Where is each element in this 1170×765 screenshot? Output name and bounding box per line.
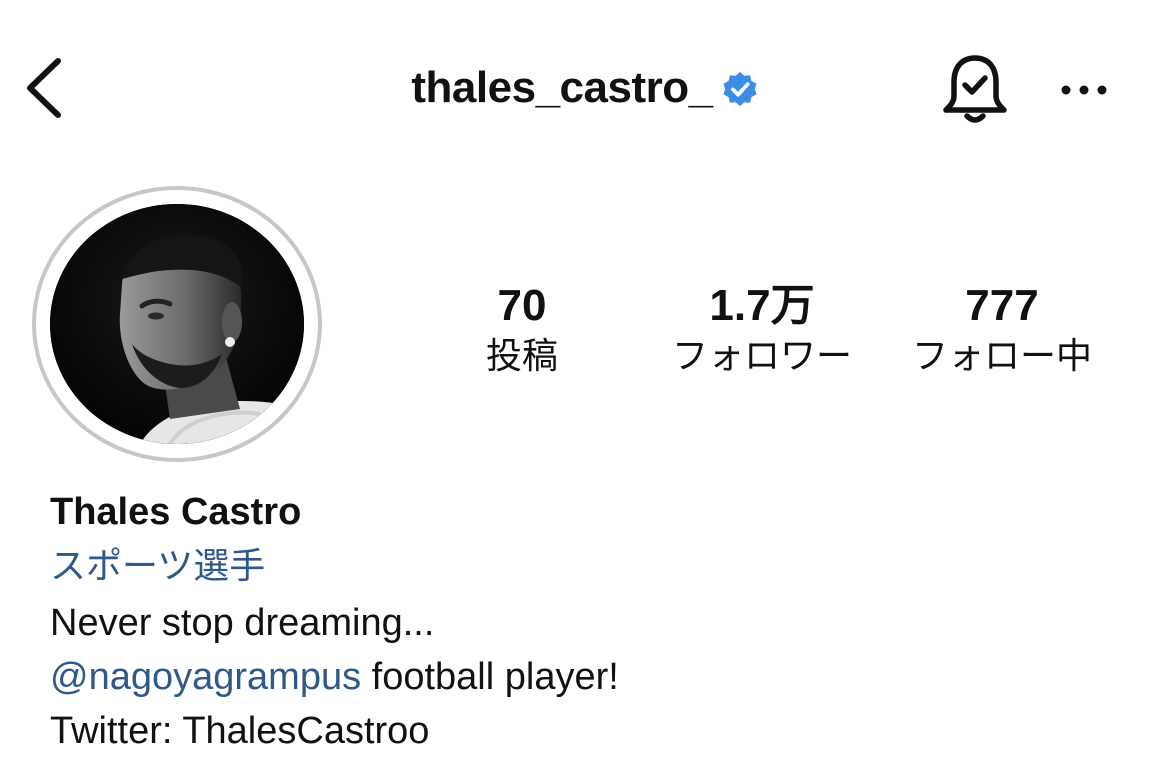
posts-label: 投稿 <box>485 336 558 377</box>
page-title: thales_castro_ <box>411 63 713 112</box>
followers-count: 1.7万 <box>709 281 815 330</box>
verified-badge-icon <box>722 71 757 107</box>
avatar <box>50 204 304 444</box>
bio-line-2: @nagoyagrampus football player! <box>50 650 1130 704</box>
bio-section: Thales Castro スポーツ選手 Never stop dreaming… <box>50 486 1130 758</box>
profile-category[interactable]: スポーツ選手 <box>50 538 1130 596</box>
stat-following[interactable]: 777 フォロー中 <box>896 280 1108 382</box>
following-count: 777 <box>965 281 1039 330</box>
avatar-ring[interactable] <box>32 186 322 462</box>
followers-label: フォロワー <box>671 336 852 377</box>
bio-line-1: Never stop dreaming... <box>50 602 435 644</box>
profile-name: Thales Castro <box>50 491 302 533</box>
more-horizontal-icon <box>1061 85 1107 95</box>
more-options-button[interactable] <box>1055 70 1115 110</box>
bio-line-3: Twitter: ThalesCastroo <box>50 710 430 752</box>
stat-posts[interactable]: 70 投稿 <box>440 280 604 382</box>
posts-count: 70 <box>497 281 547 330</box>
profile-header: thales_castro_ <box>0 0 1170 180</box>
stat-followers[interactable]: 1.7万 フォロワー <box>648 280 876 382</box>
profile-photo <box>50 204 304 444</box>
bell-check-icon <box>943 55 1007 123</box>
following-label: フォロー中 <box>911 336 1092 377</box>
notifications-button[interactable] <box>940 52 1010 128</box>
mention-link[interactable]: @nagoyagrampus <box>50 656 361 698</box>
bio-line-2-text: football player! <box>361 656 619 698</box>
